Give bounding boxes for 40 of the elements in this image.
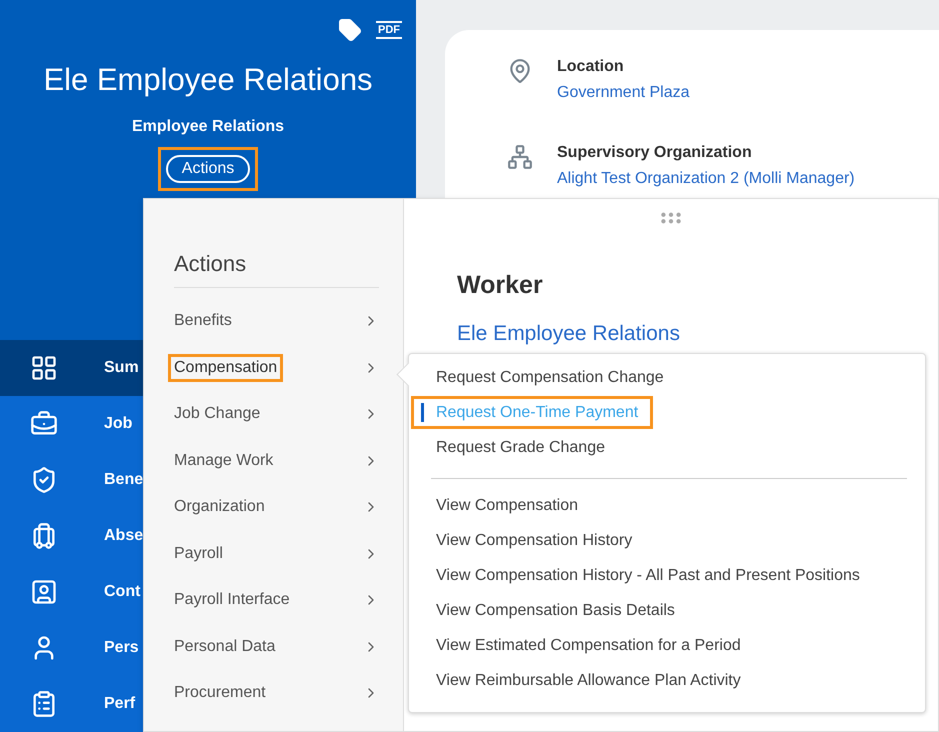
menu-item-label: Job Change [173, 404, 262, 424]
menu-item-label: Benefits [173, 311, 233, 332]
menu-item[interactable]: Procurement [174, 670, 379, 716]
menu-item-label: Payroll Interface [173, 590, 291, 610]
worker-link[interactable]: Ele Employee Relations [457, 322, 938, 346]
org-chart-icon [507, 144, 533, 170]
menu-item-label: Procurement [173, 683, 267, 704]
submenu-item[interactable]: View Compensation History [409, 523, 925, 558]
menu-item-label: Organization [173, 497, 266, 518]
submenu-item[interactable]: View Compensation [409, 488, 925, 523]
menu-item-label: Payroll [173, 544, 224, 564]
grid-icon [30, 354, 58, 382]
submenu-item[interactable]: View Estimated Compensation for a Period [409, 628, 925, 663]
menu-item[interactable]: Benefits [174, 298, 379, 344]
field-link[interactable]: Alight Test Organization 2 (Molli Manager) [557, 170, 855, 188]
page-title: Ele Employee Relations [43, 62, 373, 98]
menu-item-label: Compensation [168, 354, 284, 382]
field-link[interactable]: Government Plaza [557, 84, 690, 102]
section-heading: Worker [457, 271, 544, 300]
actions-button[interactable]: Actions [166, 155, 250, 183]
submenu-item[interactable]: Request Grade Change [409, 430, 925, 465]
menu-item[interactable]: Organization [174, 484, 379, 530]
menu-item[interactable]: Manage Work [174, 438, 379, 484]
menu-item[interactable]: Payroll Interface [174, 577, 379, 624]
menu-item-label: Manage Work [173, 450, 274, 471]
submenu-item[interactable]: View Reimbursable Allowance Plan Activity [409, 663, 925, 698]
menu-item[interactable]: Payroll [174, 530, 379, 577]
menu-title: Actions [174, 251, 379, 288]
submenu-item[interactable]: View Compensation History - All Past and Present Positions [409, 558, 925, 593]
menu-item[interactable]: Job Change [174, 391, 379, 438]
menu-item-label: Personal Data [173, 636, 276, 657]
page-subtitle: Employee Relations [132, 118, 284, 136]
submenu-item[interactable]: Request Compensation Change [409, 360, 925, 395]
submenu-item[interactable]: View Compensation Basis Details [409, 593, 925, 628]
pdf-button[interactable]: PDF [376, 21, 402, 39]
field-label: Supervisory Organization [557, 144, 753, 162]
field-label: Location [557, 58, 625, 76]
menu-item[interactable]: Personal Data [174, 624, 379, 670]
tag-icon[interactable] [338, 18, 362, 42]
contact-card-icon [30, 578, 58, 606]
